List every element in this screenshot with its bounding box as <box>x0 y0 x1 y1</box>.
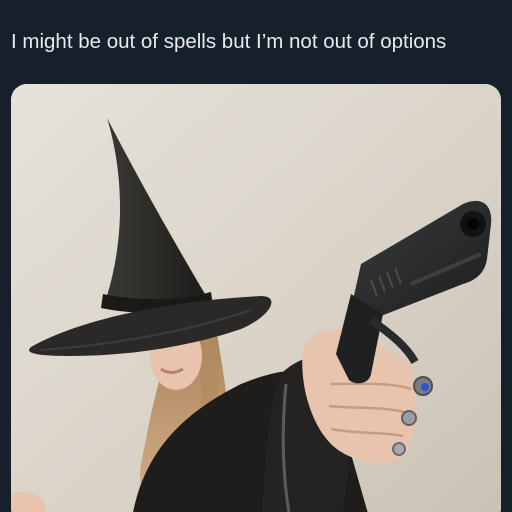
post-text: I might be out of spells but I’m not out… <box>11 30 447 53</box>
post-media-photo[interactable] <box>11 84 501 512</box>
tweet-post: I might be out of spells but I’m not out… <box>0 0 512 512</box>
ring-lower <box>392 442 406 456</box>
ring-silver <box>401 410 417 426</box>
witch-with-pistol-photo <box>11 84 501 512</box>
